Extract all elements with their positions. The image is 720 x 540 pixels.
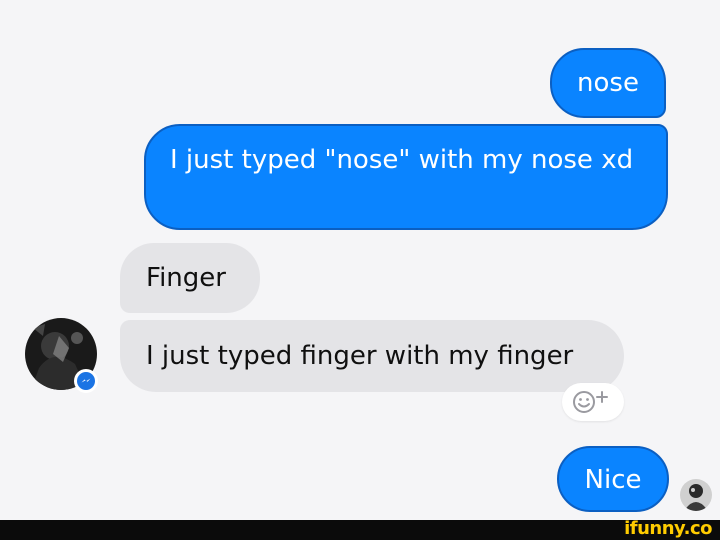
message-bubble-outgoing[interactable]: Nice <box>557 446 669 512</box>
messenger-badge-icon <box>74 369 98 393</box>
message-bubble-incoming[interactable]: I just typed finger with my finger <box>120 320 624 392</box>
message-text: nose <box>577 68 639 98</box>
message-bubble-outgoing[interactable]: nose <box>550 48 666 118</box>
watermark-bar <box>0 520 720 540</box>
message-text: Nice <box>584 465 642 495</box>
add-reaction-button[interactable] <box>562 383 624 421</box>
message-bubble-incoming[interactable]: Finger <box>120 243 260 313</box>
ifunny-watermark: ifunny.co <box>624 518 712 539</box>
seen-avatar-image <box>680 479 712 511</box>
message-text: I just typed finger with my finger <box>146 341 574 371</box>
smiley-plus-icon <box>573 391 608 413</box>
message-text: I just typed "nose" with my nose xd <box>170 145 634 175</box>
message-bubble-outgoing[interactable]: I just typed "nose" with my nose xd <box>144 124 668 230</box>
message-text: Finger <box>146 263 226 293</box>
seen-avatar <box>680 479 712 511</box>
chat-screen: nose I just typed "nose" with my nose xd… <box>0 0 720 540</box>
